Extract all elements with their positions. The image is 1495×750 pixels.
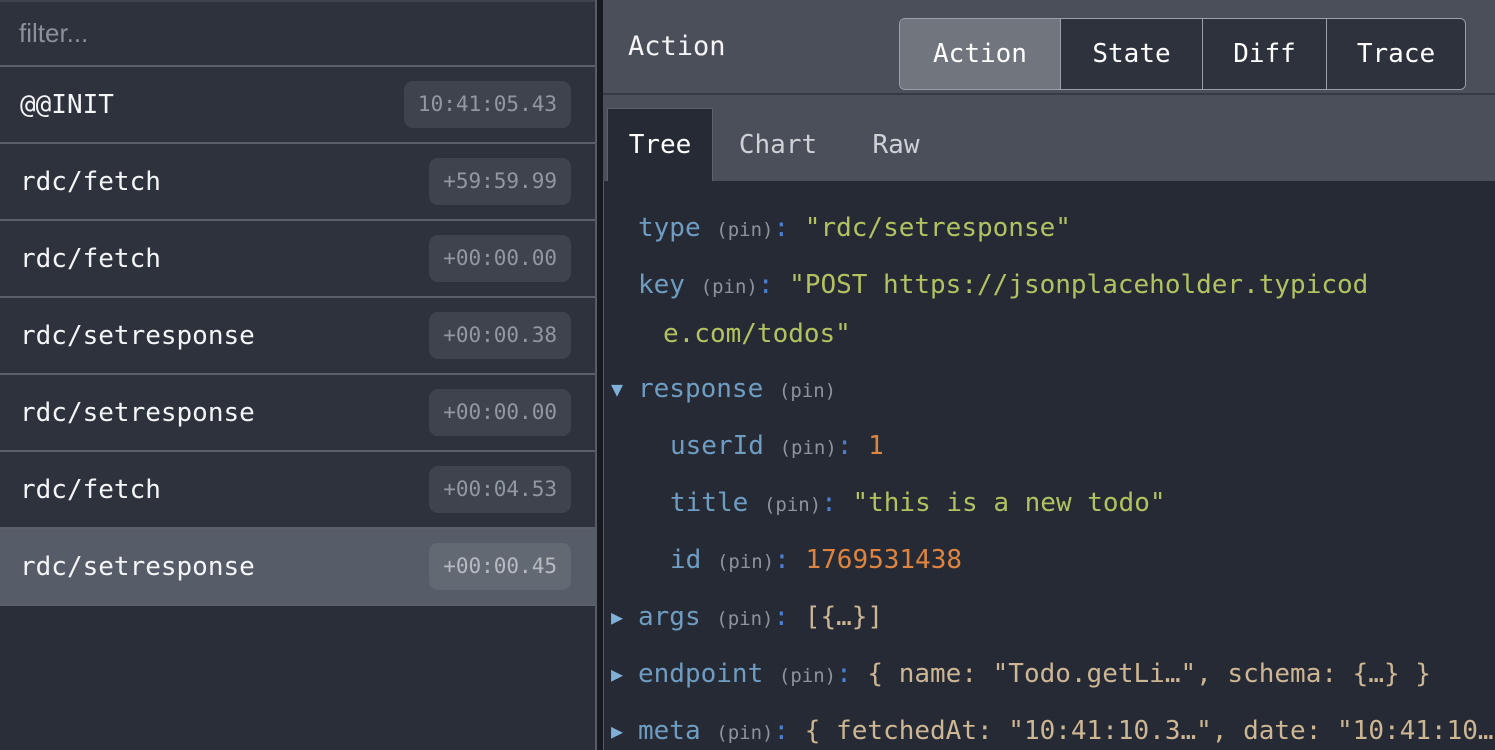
json-key[interactable]: type bbox=[638, 213, 701, 243]
json-key[interactable]: key bbox=[638, 270, 685, 300]
tab-action[interactable]: Action bbox=[900, 19, 1060, 89]
pin-button[interactable]: (pin) bbox=[716, 722, 773, 744]
json-value: e.com/todos" bbox=[663, 319, 851, 349]
action-name: rdc/fetch bbox=[20, 244, 161, 274]
tab-trace[interactable]: Trace bbox=[1326, 19, 1465, 89]
action-timestamp-badge: +59:59.99 bbox=[429, 158, 571, 205]
json-colon: : bbox=[774, 545, 790, 575]
tab-state[interactable]: State bbox=[1060, 19, 1202, 89]
json-value-preview: [{…}] bbox=[805, 602, 883, 632]
action-row-fetch-3[interactable]: rdc/fetch +00:04.53 bbox=[0, 452, 595, 529]
json-key[interactable]: id bbox=[670, 545, 701, 575]
action-name: @@INIT bbox=[20, 90, 114, 120]
json-value-preview: { fetchedAt: "10:41:10.3…", date: "10:41… bbox=[805, 716, 1495, 746]
json-value-preview: { name: "Todo.getLi…", schema: {…} } bbox=[867, 659, 1431, 689]
json-colon: : bbox=[773, 602, 789, 632]
action-name: rdc/setresponse bbox=[20, 398, 255, 428]
json-key[interactable]: args bbox=[638, 602, 701, 632]
filter-bar bbox=[0, 0, 595, 67]
action-timestamp-badge: 10:41:05.43 bbox=[404, 81, 571, 128]
action-name: rdc/setresponse bbox=[20, 552, 255, 582]
action-row-setresponse-1[interactable]: rdc/setresponse +00:00.38 bbox=[0, 298, 595, 375]
pin-button[interactable]: (pin) bbox=[701, 276, 758, 298]
tree-row-userId: userId (pin): 1 bbox=[604, 423, 1495, 472]
expand-arrow-icon[interactable]: ▶ bbox=[611, 708, 623, 750]
pin-button[interactable]: (pin) bbox=[716, 608, 773, 630]
inspector-header: Action Action State Diff Trace bbox=[603, 0, 1495, 93]
json-value: "POST https://jsonplaceholder.typicod bbox=[789, 270, 1368, 300]
json-value: "this is a new todo" bbox=[852, 488, 1165, 518]
pin-button[interactable]: (pin) bbox=[717, 551, 774, 573]
tree-row-endpoint: ▶ endpoint (pin): { name: "Todo.getLi…",… bbox=[604, 651, 1495, 700]
subtab-chart[interactable]: Chart bbox=[733, 108, 823, 181]
json-key[interactable]: title bbox=[670, 488, 748, 518]
action-timestamp-badge: +00:04.53 bbox=[429, 466, 571, 513]
json-colon: : bbox=[837, 431, 853, 461]
pin-button[interactable]: (pin) bbox=[764, 494, 821, 516]
subtab-raw[interactable]: Raw bbox=[861, 108, 931, 181]
tree-row-args: ▶ args (pin): [{…}] bbox=[604, 594, 1495, 643]
pin-button[interactable]: (pin) bbox=[779, 380, 836, 402]
action-timestamp-badge: +00:00.38 bbox=[429, 312, 571, 359]
action-row-setresponse-2[interactable]: rdc/setresponse +00:00.00 bbox=[0, 375, 595, 452]
action-timestamp-badge: +00:00.00 bbox=[429, 235, 571, 282]
action-row-init[interactable]: @@INIT 10:41:05.43 bbox=[0, 67, 595, 144]
action-name: rdc/fetch bbox=[20, 475, 161, 505]
json-colon: : bbox=[773, 213, 789, 243]
expand-arrow-icon[interactable]: ▶ bbox=[611, 594, 623, 641]
json-value: "rdc/setresponse" bbox=[805, 213, 1071, 243]
json-key[interactable]: userId bbox=[670, 431, 764, 461]
json-colon: : bbox=[821, 488, 837, 518]
json-tree-view: type (pin): "rdc/setresponse" key (pin):… bbox=[603, 181, 1495, 750]
panel-title: Action bbox=[628, 0, 726, 93]
expand-arrow-icon[interactable]: ▶ bbox=[611, 651, 623, 698]
action-row-fetch-1[interactable]: rdc/fetch +59:59.99 bbox=[0, 144, 595, 221]
inspector-tab-group: Action State Diff Trace bbox=[899, 18, 1466, 90]
collapse-arrow-icon[interactable]: ▼ bbox=[611, 366, 623, 413]
action-name: rdc/setresponse bbox=[20, 321, 255, 351]
json-key[interactable]: response bbox=[638, 374, 763, 404]
view-tab-bar: Tree Chart Raw bbox=[603, 93, 1495, 181]
tree-row-key-wrapped-line: e.com/todos" bbox=[604, 311, 1495, 358]
action-timestamp-badge: +00:00.45 bbox=[429, 543, 571, 590]
tab-diff[interactable]: Diff bbox=[1202, 19, 1326, 89]
tree-row-key: key (pin): "POST https://jsonplaceholder… bbox=[604, 262, 1495, 311]
json-key[interactable]: endpoint bbox=[638, 659, 763, 689]
json-colon: : bbox=[836, 659, 852, 689]
tree-row-meta: ▶ meta (pin): { fetchedAt: "10:41:10.3…"… bbox=[604, 708, 1495, 750]
tree-row-title: title (pin): "this is a new todo" bbox=[604, 480, 1495, 529]
json-value: 1769531438 bbox=[805, 545, 962, 575]
json-key[interactable]: meta bbox=[638, 716, 701, 746]
json-colon: : bbox=[758, 270, 774, 300]
tree-row-response: ▼ response (pin) bbox=[604, 366, 1495, 415]
action-name: rdc/fetch bbox=[20, 167, 161, 197]
action-row-fetch-2[interactable]: rdc/fetch +00:00.00 bbox=[0, 221, 595, 298]
action-row-setresponse-3-selected[interactable]: rdc/setresponse +00:00.45 bbox=[0, 529, 595, 606]
tree-row-type: type (pin): "rdc/setresponse" bbox=[604, 205, 1495, 254]
subtab-tree[interactable]: Tree bbox=[607, 108, 713, 181]
action-list-panel: @@INIT 10:41:05.43 rdc/fetch +59:59.99 r… bbox=[0, 0, 597, 750]
tree-row-id: id (pin): 1769531438 bbox=[604, 537, 1495, 586]
pin-button[interactable]: (pin) bbox=[716, 219, 773, 241]
action-timestamp-badge: +00:00.00 bbox=[429, 389, 571, 436]
pin-button[interactable]: (pin) bbox=[779, 665, 836, 687]
filter-input[interactable] bbox=[0, 2, 595, 65]
json-colon: : bbox=[773, 716, 789, 746]
inspector-panel: Action Action State Diff Trace Tree Char… bbox=[603, 0, 1495, 750]
pin-button[interactable]: (pin) bbox=[780, 437, 837, 459]
json-value: 1 bbox=[868, 431, 884, 461]
